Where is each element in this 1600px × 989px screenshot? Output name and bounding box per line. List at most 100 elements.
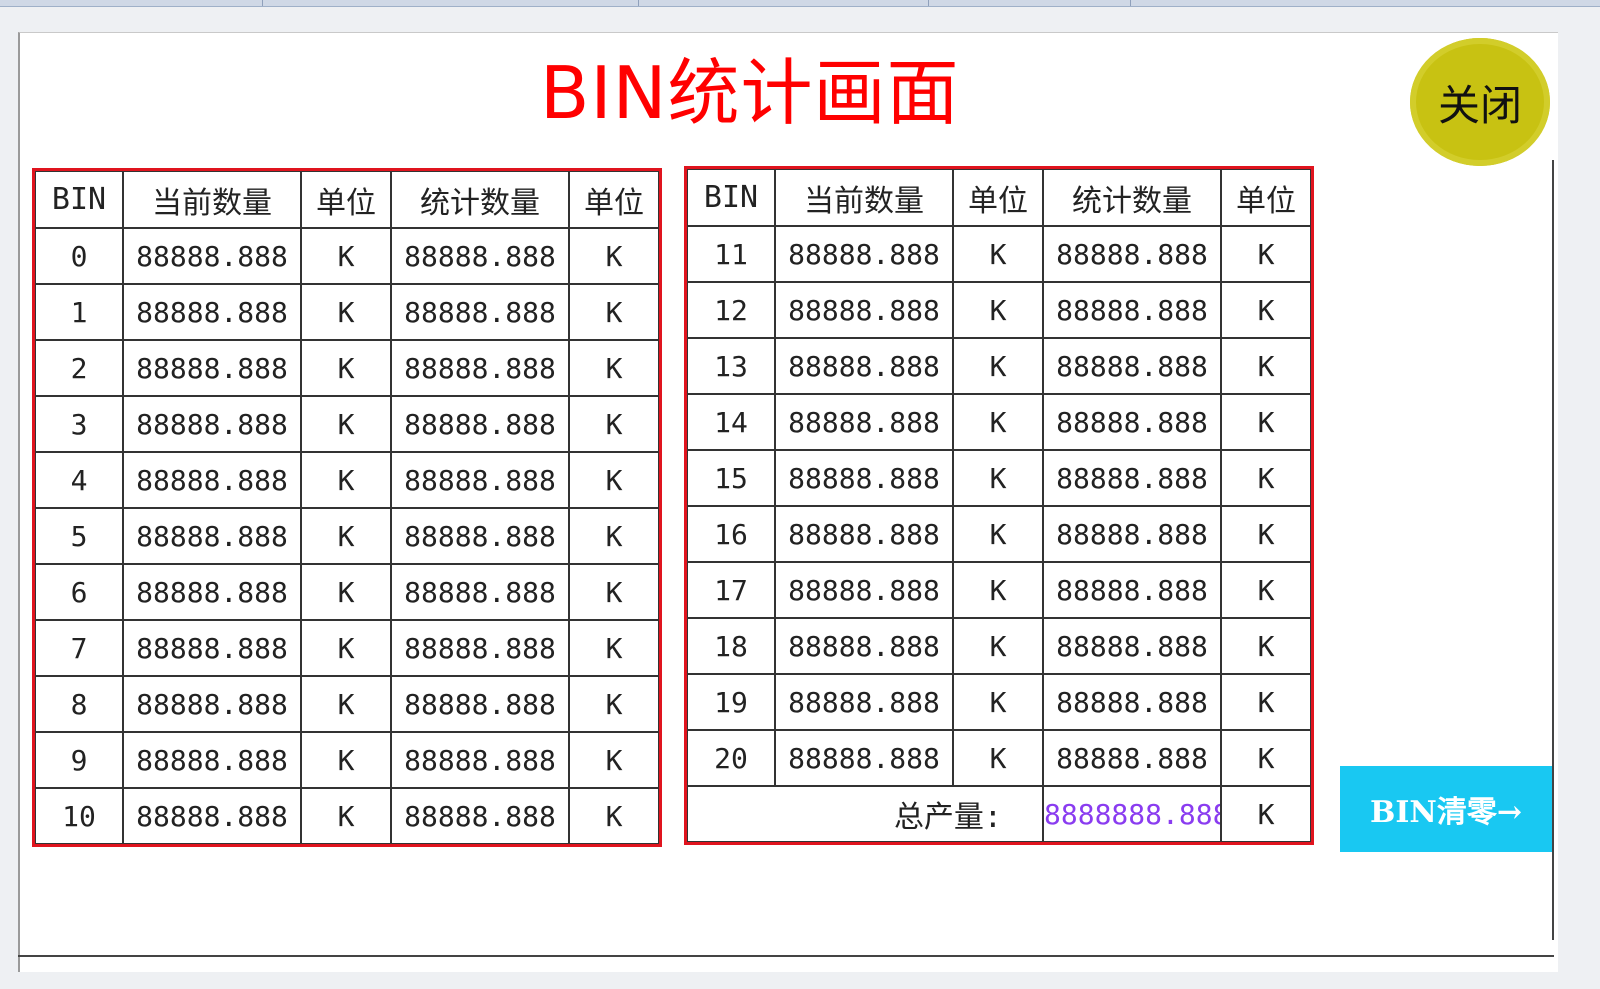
unit-cell: K <box>952 729 1044 787</box>
bin-number-cell: 1 <box>34 283 124 341</box>
bin-number-cell: 7 <box>34 619 124 677</box>
bin-number-cell: 6 <box>34 563 124 621</box>
unit-cell: K <box>952 393 1044 451</box>
strip-divider <box>928 0 929 6</box>
stat-qty-cell: 88888.888 <box>390 619 570 677</box>
current-qty-cell: 88888.888 <box>774 673 954 731</box>
bin-number-cell: 4 <box>34 451 124 509</box>
bin-number-cell: 15 <box>686 449 776 507</box>
unit-cell: K <box>300 227 392 285</box>
unit-cell: K <box>1220 561 1312 619</box>
unit-cell: K <box>952 449 1044 507</box>
table-row: 17 88888.888 K 88888.888 K <box>686 561 1312 619</box>
current-qty-cell: 88888.888 <box>774 225 954 283</box>
current-qty-cell: 88888.888 <box>122 451 302 509</box>
bin-number-cell: 8 <box>34 675 124 733</box>
current-qty-cell: 88888.888 <box>774 337 954 395</box>
stat-qty-cell: 88888.888 <box>390 339 570 397</box>
current-qty-cell: 88888.888 <box>774 281 954 339</box>
frame-bottom-border <box>18 955 1554 957</box>
window-top-strip <box>0 0 1600 7</box>
unit-cell: K <box>300 507 392 565</box>
bin-number-cell: 5 <box>34 507 124 565</box>
stat-qty-cell: 88888.888 <box>1042 449 1222 507</box>
bin-number-cell: 11 <box>686 225 776 283</box>
unit-cell: K <box>300 675 392 733</box>
header-bin: BIN <box>686 168 776 227</box>
table-row: 7 88888.888 K 88888.888 K <box>34 619 660 677</box>
unit-cell: K <box>1220 337 1312 395</box>
stat-qty-cell: 88888.888 <box>1042 225 1222 283</box>
current-qty-cell: 88888.888 <box>774 449 954 507</box>
current-qty-cell: 88888.888 <box>774 393 954 451</box>
total-value: 8888888.888 <box>1042 785 1222 843</box>
bin-number-cell: 12 <box>686 281 776 339</box>
table-row: 5 88888.888 K 88888.888 K <box>34 507 660 565</box>
current-qty-cell: 88888.888 <box>774 729 954 787</box>
bin-table-right: BIN 当前数量 单位 统计数量 单位 11 88888.888 K 88888.888 K 12 8… <box>684 166 1314 845</box>
table-row: 20 88888.888 K 88888.888 K <box>686 729 1312 787</box>
unit-cell: K <box>1220 281 1312 339</box>
total-unit: K <box>1220 785 1312 843</box>
unit-cell: K <box>1220 729 1312 787</box>
current-qty-cell: 88888.888 <box>122 395 302 453</box>
table-header-row: BIN 当前数量 单位 统计数量 单位 <box>686 168 1312 227</box>
table-row: 16 88888.888 K 88888.888 K <box>686 505 1312 563</box>
unit-cell: K <box>568 395 660 453</box>
current-qty-cell: 88888.888 <box>122 339 302 397</box>
stat-qty-cell: 88888.888 <box>1042 673 1222 731</box>
bin-number-cell: 14 <box>686 393 776 451</box>
unit-cell: K <box>1220 449 1312 507</box>
frame-right-border <box>1552 160 1554 940</box>
current-qty-cell: 88888.888 <box>122 283 302 341</box>
current-qty-cell: 88888.888 <box>122 787 302 845</box>
bin-number-cell: 13 <box>686 337 776 395</box>
table-row: 0 88888.888 K 88888.888 K <box>34 227 660 285</box>
unit-cell: K <box>952 617 1044 675</box>
stat-qty-cell: 88888.888 <box>390 507 570 565</box>
bin-number-cell: 17 <box>686 561 776 619</box>
unit-cell: K <box>1220 225 1312 283</box>
header-unit: 单位 <box>1220 168 1312 227</box>
table-row: 13 88888.888 K 88888.888 K <box>686 337 1312 395</box>
unit-cell: K <box>568 619 660 677</box>
unit-cell: K <box>568 563 660 621</box>
unit-cell: K <box>300 563 392 621</box>
current-qty-cell: 88888.888 <box>774 505 954 563</box>
total-row: 总产量: 8888888.888 K <box>686 785 1312 843</box>
unit-cell: K <box>300 283 392 341</box>
unit-cell: K <box>568 339 660 397</box>
bin-number-cell: 18 <box>686 617 776 675</box>
bin-number-cell: 10 <box>34 787 124 845</box>
unit-cell: K <box>300 619 392 677</box>
bin-number-cell: 0 <box>34 227 124 285</box>
stat-qty-cell: 88888.888 <box>390 675 570 733</box>
strip-divider <box>638 0 639 6</box>
header-stat-qty: 统计数量 <box>1042 168 1222 227</box>
bin-number-cell: 2 <box>34 339 124 397</box>
unit-cell: K <box>952 225 1044 283</box>
close-button[interactable]: 关闭 <box>1410 38 1550 166</box>
stat-qty-cell: 88888.888 <box>1042 337 1222 395</box>
unit-cell: K <box>568 283 660 341</box>
stat-qty-cell: 88888.888 <box>390 451 570 509</box>
current-qty-cell: 88888.888 <box>774 617 954 675</box>
stat-qty-cell: 88888.888 <box>1042 561 1222 619</box>
unit-cell: K <box>300 731 392 789</box>
stat-qty-cell: 88888.888 <box>1042 505 1222 563</box>
bin-number-cell: 19 <box>686 673 776 731</box>
current-qty-cell: 88888.888 <box>122 563 302 621</box>
bin-number-cell: 3 <box>34 395 124 453</box>
stat-qty-cell: 88888.888 <box>390 731 570 789</box>
table-row: 1 88888.888 K 88888.888 K <box>34 283 660 341</box>
current-qty-cell: 88888.888 <box>774 561 954 619</box>
table-row: 12 88888.888 K 88888.888 K <box>686 281 1312 339</box>
bin-clear-button[interactable]: BIN清零→ <box>1340 766 1552 852</box>
unit-cell: K <box>952 561 1044 619</box>
stat-qty-cell: 88888.888 <box>1042 281 1222 339</box>
stat-qty-cell: 88888.888 <box>390 283 570 341</box>
unit-cell: K <box>568 731 660 789</box>
unit-cell: K <box>300 339 392 397</box>
bin-number-cell: 9 <box>34 731 124 789</box>
stat-qty-cell: 88888.888 <box>1042 729 1222 787</box>
